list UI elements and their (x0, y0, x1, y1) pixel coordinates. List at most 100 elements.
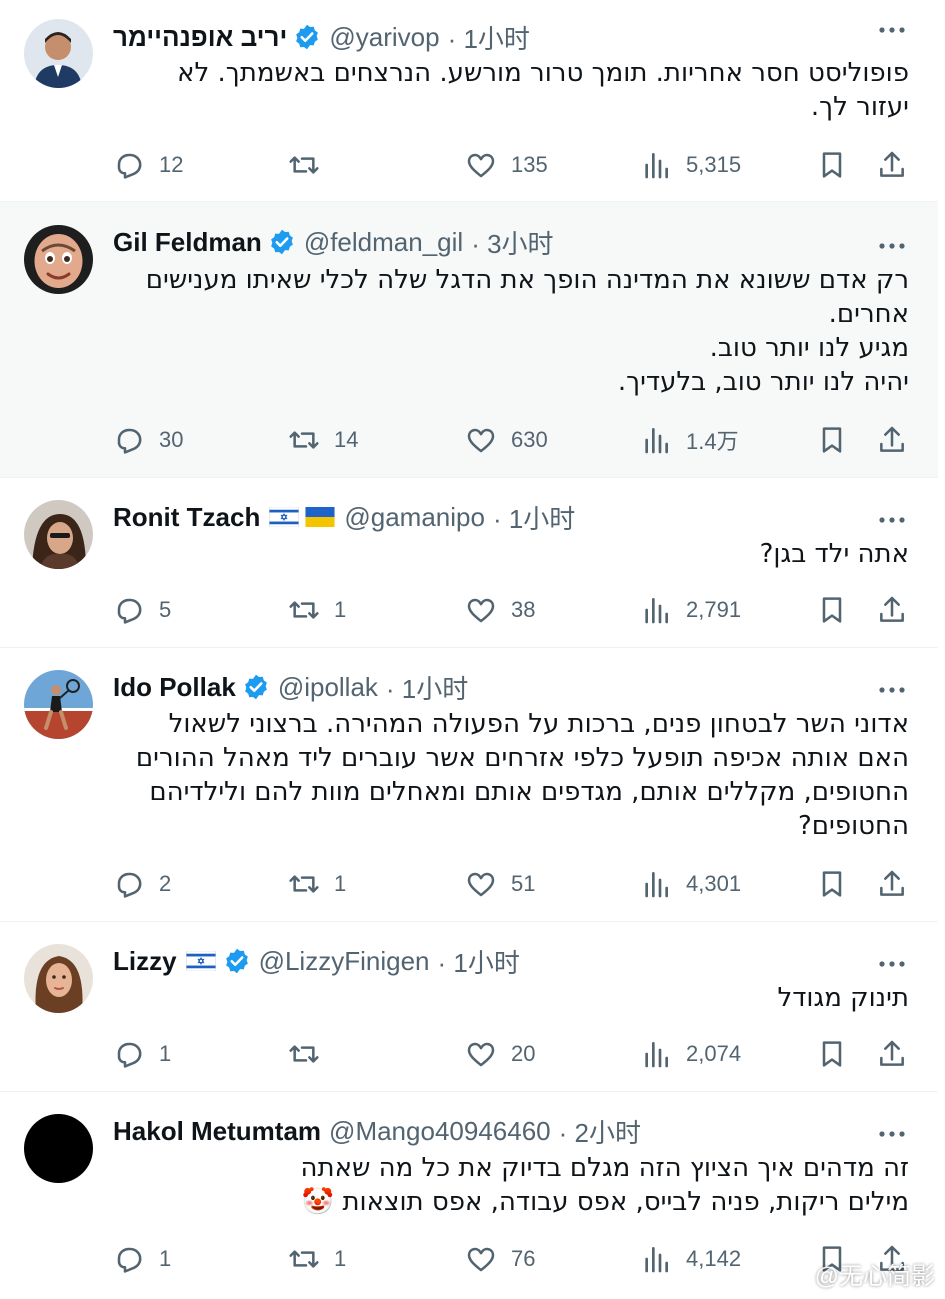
tweet-time[interactable]: · 1小时 (493, 499, 575, 536)
retweet-icon (289, 1250, 319, 1268)
reply-icon (117, 872, 142, 898)
tweet-card[interactable]: יריב אופנהיימר @yarivop · 1小时 פופוליסט ח… (0, 0, 938, 202)
more-icon[interactable] (878, 682, 906, 693)
views-button[interactable]: 5,315 (640, 145, 741, 185)
reply-count: 30 (159, 427, 184, 452)
bookmark-button[interactable] (816, 145, 848, 185)
views-count: 2,074 (686, 1041, 742, 1066)
author-handle[interactable]: @ipollak (278, 672, 378, 703)
tweet-time[interactable]: · 1小时 (448, 19, 530, 56)
share-icon (880, 870, 904, 896)
author-handle[interactable]: @gamanipo (344, 502, 485, 533)
like-button[interactable]: 630 (465, 420, 548, 460)
views-button[interactable]: 4,301 (640, 864, 741, 904)
tweet-text: זה מדהים איך הציוץ הזה מגלם בדיוק את כל … (300, 1153, 910, 1217)
author-handle[interactable]: @Mango40946460 (329, 1116, 551, 1147)
retweet-button[interactable] (288, 145, 334, 185)
tweet-actions: 30 14 630 1.4万 (0, 420, 938, 460)
views-button[interactable]: 2,791 (640, 590, 741, 630)
bookmark-button[interactable] (816, 864, 848, 904)
retweet-icon (289, 875, 319, 893)
tweet-time[interactable]: · 3小时 (471, 224, 553, 261)
more-icon[interactable] (878, 22, 906, 33)
author-name[interactable]: יריב אופנהיימר (113, 22, 287, 53)
author-handle[interactable]: @LizzyFinigen (259, 946, 430, 977)
verified-badge-icon (268, 228, 296, 256)
tweet-text: פופוליסט חסר אחריות. תומך טרור מורשע. הנ… (177, 58, 909, 122)
like-button[interactable]: 76 (465, 1239, 535, 1279)
more-icon[interactable] (878, 238, 906, 249)
author-name[interactable]: Hakol Metumtam (113, 1116, 321, 1147)
views-button[interactable]: 2,074 (640, 1034, 741, 1074)
more-icon[interactable] (878, 956, 906, 967)
share-button[interactable] (876, 145, 908, 185)
tweet-header: יריב אופנהיימר @yarivop · 1小时 (113, 20, 898, 54)
like-button[interactable]: 135 (465, 145, 548, 185)
retweet-button[interactable]: 1 (288, 590, 346, 630)
avatar[interactable] (24, 670, 93, 739)
retweet-count: 1 (334, 597, 347, 622)
author-name[interactable]: Lizzy (113, 946, 177, 977)
retweet-button[interactable]: 14 (288, 420, 358, 460)
author-handle[interactable]: @feldman_gil (304, 227, 463, 258)
more-icon[interactable] (878, 512, 906, 523)
share-button[interactable] (876, 590, 908, 630)
tweet-time[interactable]: · 1小时 (386, 669, 468, 706)
reply-count: 1 (159, 1041, 172, 1066)
share-button[interactable] (876, 1034, 908, 1074)
views-button[interactable]: 1.4万 (640, 420, 739, 460)
author-name[interactable]: Gil Feldman (113, 227, 262, 258)
reply-count: 5 (159, 597, 172, 622)
tweet-time[interactable]: · 1小时 (437, 943, 519, 980)
like-button[interactable]: 20 (465, 1034, 535, 1074)
avatar[interactable] (24, 1114, 93, 1183)
tweet-card[interactable]: Lizzy @LizzyFinigen · 1小时 תינוק מגודל 1 … (0, 922, 938, 1092)
share-icon (880, 151, 904, 177)
heart-icon (467, 1247, 495, 1272)
verified-badge-icon (223, 947, 251, 975)
retweet-button[interactable] (288, 1034, 334, 1074)
avatar[interactable] (24, 500, 93, 569)
share-icon (880, 596, 904, 622)
tweet-card[interactable]: Gil Feldman @feldman_gil · 3小时 רק אדם שש… (0, 202, 938, 478)
reply-button[interactable]: 1 (113, 1034, 171, 1074)
like-button[interactable]: 38 (465, 590, 535, 630)
heart-icon (467, 1042, 495, 1067)
share-icon (880, 426, 904, 452)
avatar[interactable] (24, 944, 93, 1013)
tweet-time[interactable]: · 2小时 (559, 1113, 641, 1150)
reply-button[interactable]: 2 (113, 864, 171, 904)
reply-icon (117, 153, 142, 179)
like-count: 51 (511, 871, 536, 896)
reply-button[interactable]: 12 (113, 145, 183, 185)
tweet-card[interactable]: Ido Pollak @ipollak · 1小时 אדוני השר לבטח… (0, 648, 938, 922)
author-name[interactable]: Ronit Tzach (113, 502, 260, 533)
reply-button[interactable]: 1 (113, 1239, 171, 1279)
views-count: 2,791 (686, 597, 742, 622)
more-icon[interactable] (878, 1126, 906, 1137)
bookmark-button[interactable] (816, 590, 848, 630)
tweet-card[interactable]: Ronit Tzach @gamanipo · 1小时 אתה ילד בגן?… (0, 478, 938, 648)
author-name[interactable]: Ido Pollak (113, 672, 236, 703)
bookmark-button[interactable] (816, 420, 848, 460)
reply-count: 12 (159, 152, 184, 177)
tweet-text: רק אדם ששונא את המדינה הופך את הדגל שלה … (145, 265, 909, 397)
reply-count: 1 (159, 1246, 172, 1271)
reply-button[interactable]: 30 (113, 420, 183, 460)
like-button[interactable]: 51 (465, 864, 535, 904)
share-button[interactable] (876, 864, 908, 904)
reply-button[interactable]: 5 (113, 590, 171, 630)
like-count: 38 (511, 597, 536, 622)
israel-flag-icon (269, 507, 300, 527)
ukraine-flag-icon (305, 507, 335, 527)
tweet-actions: 1 20 2,074 (0, 1034, 938, 1074)
author-handle[interactable]: @yarivop (329, 22, 439, 53)
avatar[interactable] (24, 225, 93, 294)
share-button[interactable] (876, 420, 908, 460)
bookmark-button[interactable] (816, 1034, 848, 1074)
tweet-header: Ronit Tzach @gamanipo · 1小时 (113, 500, 898, 534)
retweet-button[interactable]: 1 (288, 864, 346, 904)
retweet-button[interactable]: 1 (288, 1239, 346, 1279)
avatar[interactable] (24, 19, 93, 88)
views-button[interactable]: 4,142 (640, 1239, 741, 1279)
